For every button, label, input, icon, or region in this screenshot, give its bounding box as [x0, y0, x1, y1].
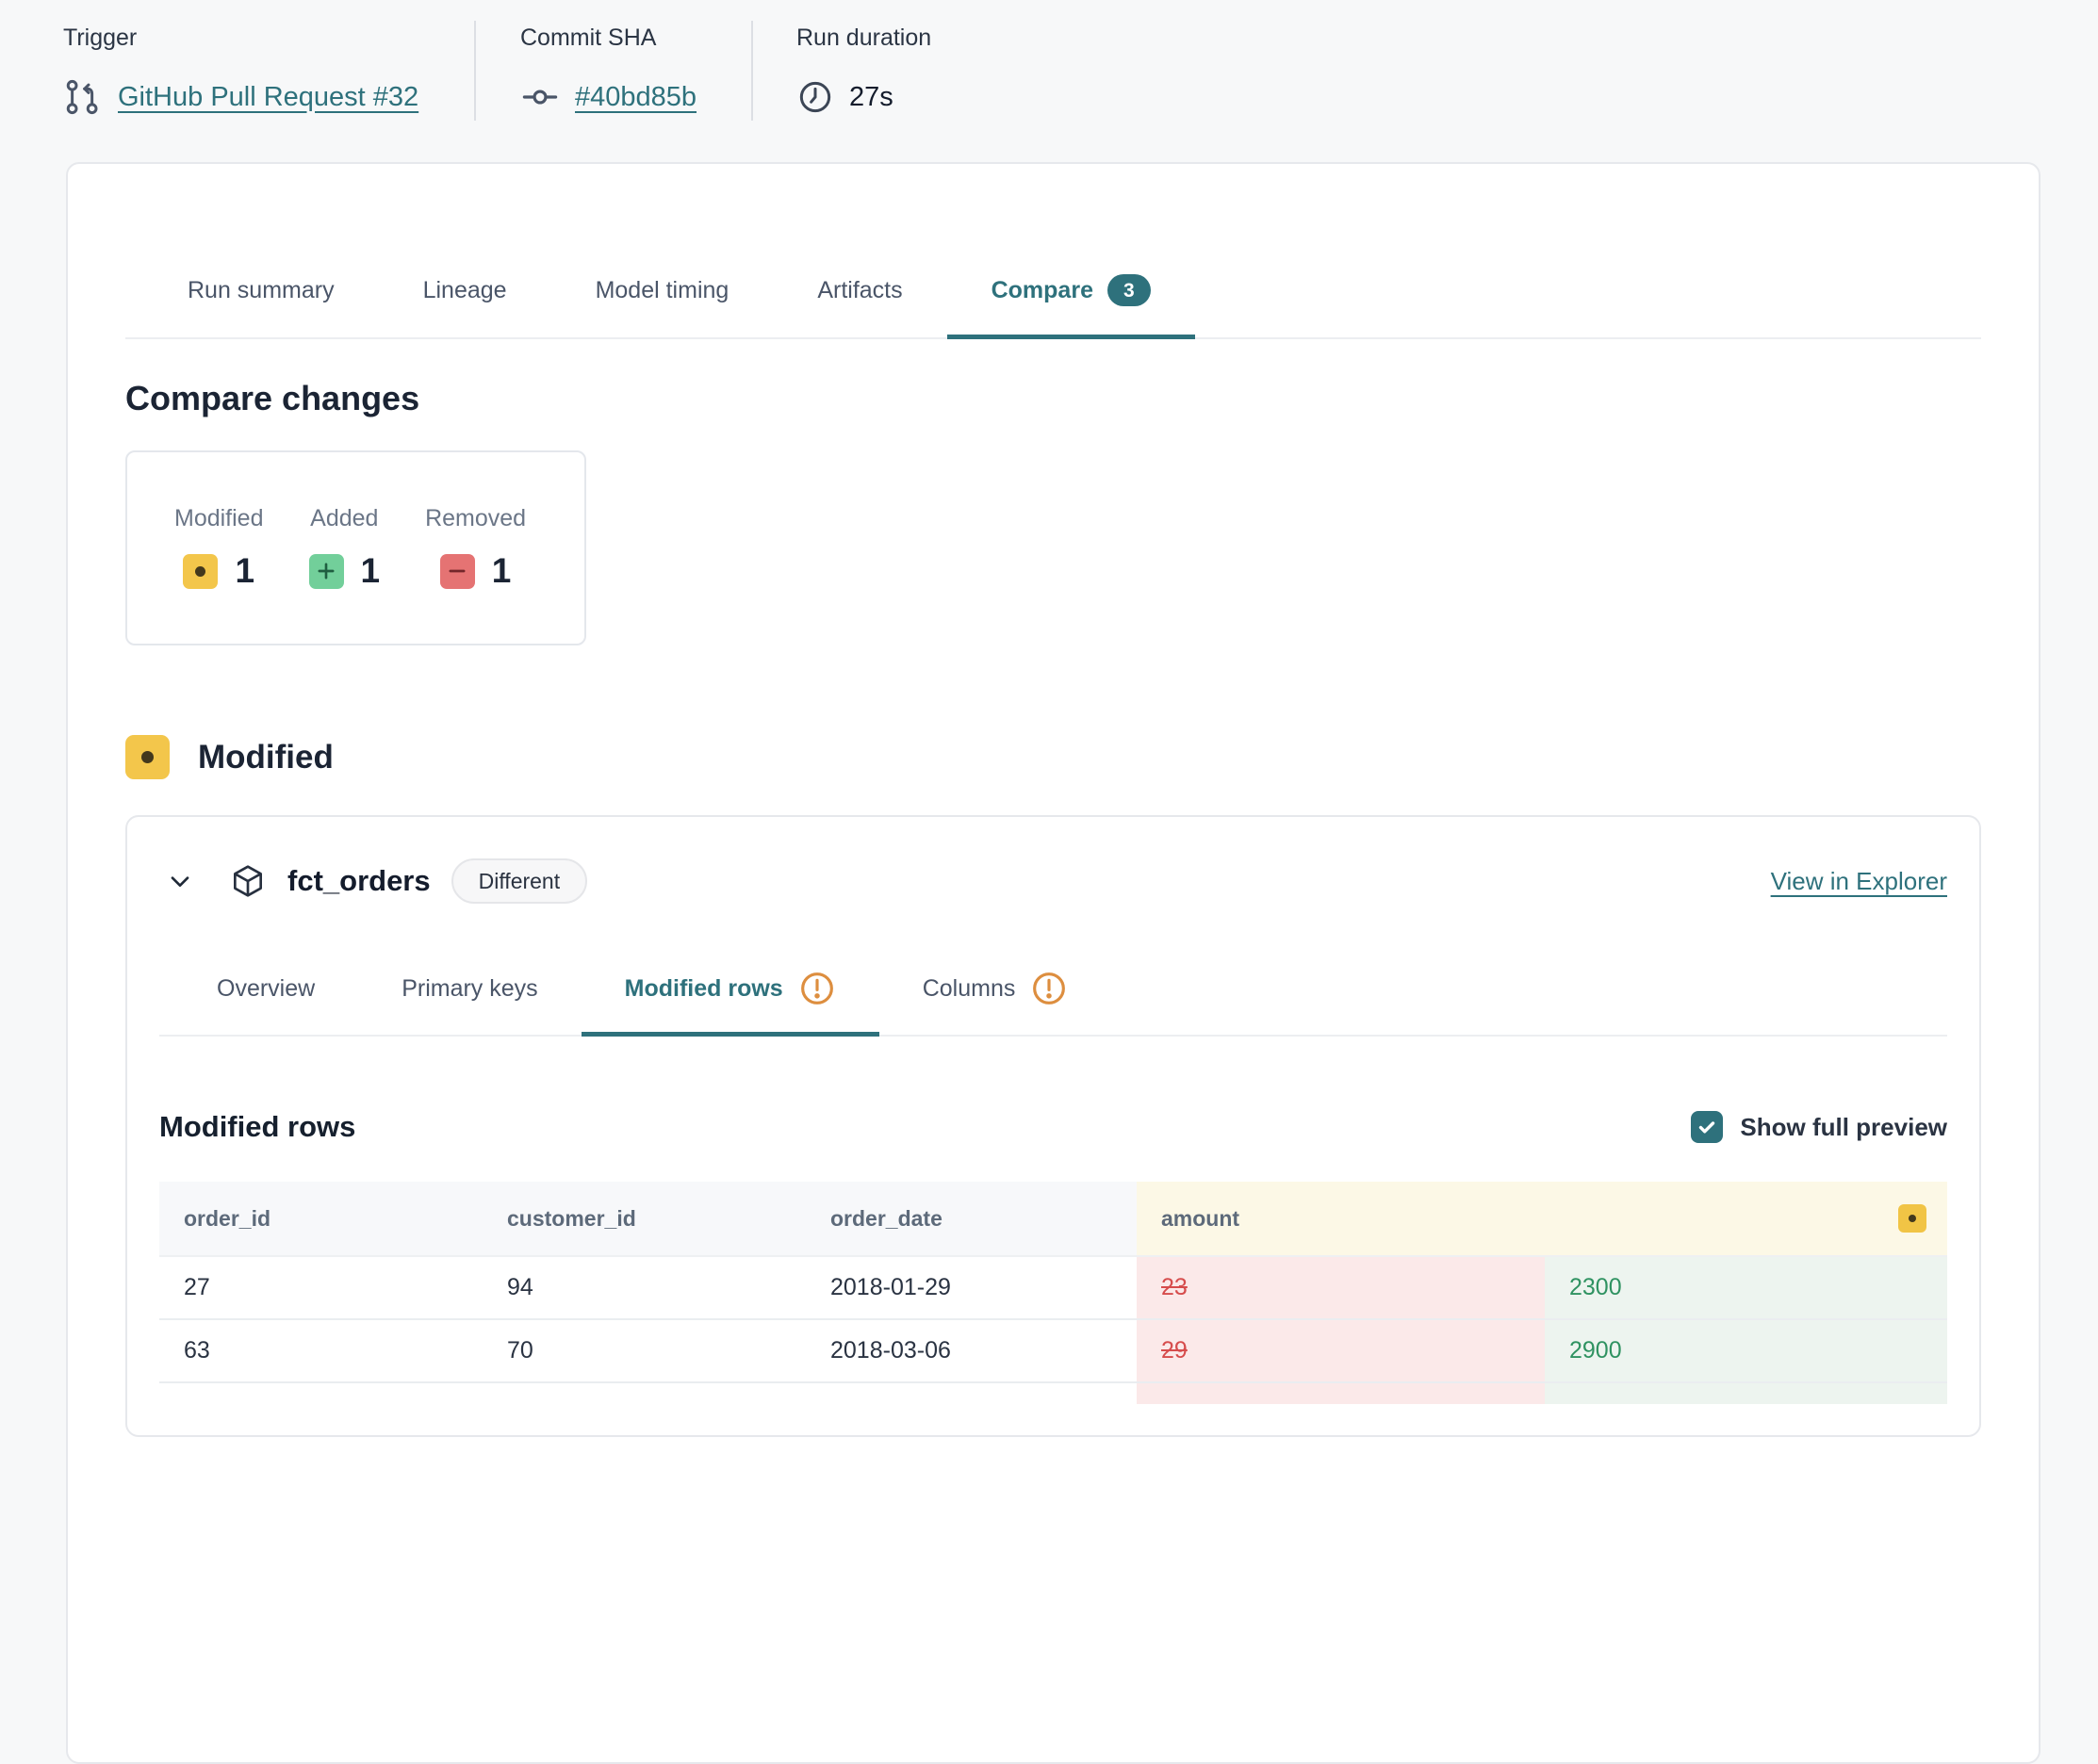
run-duration-label: Run duration	[796, 24, 931, 52]
column-header-order-date: order_date	[806, 1182, 1137, 1257]
cell-order-date: 2018-01-29	[806, 1257, 1137, 1320]
column-header-amount: amount	[1137, 1182, 1947, 1257]
trigger-link[interactable]: GitHub Pull Request #32	[118, 82, 418, 113]
modified-icon	[183, 554, 218, 589]
cell-customer-id: 70	[483, 1320, 806, 1383]
tab-label: Model timing	[596, 277, 729, 304]
checkbox-checked-icon[interactable]	[1691, 1111, 1723, 1143]
model-cube-icon	[229, 862, 267, 900]
cell-amount-new: 2300	[1545, 1257, 1947, 1320]
added-value: 2300	[1569, 1274, 1622, 1301]
stat-value: 1	[235, 551, 254, 591]
tab-label: Artifacts	[817, 277, 902, 304]
removed-icon	[440, 554, 475, 589]
tab-label: Compare	[992, 277, 1093, 304]
change-summary-card: Modified 1 Added 1 Removed 1	[125, 450, 586, 645]
run-detail-card: Run summary Lineage Model timing Artifac…	[66, 162, 2041, 1764]
model-card-header: fct_orders Different View in Explorer	[159, 858, 1947, 904]
tab-lineage[interactable]: Lineage	[379, 240, 551, 339]
modified-column-indicator-icon	[1898, 1204, 1926, 1233]
tab-label: Modified rows	[625, 975, 783, 1003]
modified-icon	[125, 735, 170, 779]
modified-rows-table-overflow	[159, 1383, 1947, 1404]
show-full-preview-toggle[interactable]: Show full preview	[1691, 1111, 1947, 1143]
duration-group: Run duration 27s	[796, 24, 931, 118]
stat-modified: Modified 1	[174, 505, 264, 591]
tab-label: Lineage	[423, 277, 507, 304]
tab-run-summary[interactable]: Run summary	[143, 240, 379, 339]
modified-rows-header: Modified rows Show full preview	[159, 1110, 1947, 1144]
cell-order-id	[159, 1383, 483, 1404]
tab-primary-keys[interactable]: Primary keys	[358, 956, 581, 1037]
tab-label: Primary keys	[402, 975, 537, 1003]
warning-circle-icon	[1030, 970, 1068, 1007]
removed-value: 23	[1161, 1274, 1188, 1301]
added-icon	[309, 554, 344, 589]
model-card-fct-orders: fct_orders Different View in Explorer Ov…	[125, 815, 1981, 1437]
commit-sha-label: Commit SHA	[520, 24, 697, 52]
git-commit-icon	[520, 77, 560, 117]
modified-section-title: Modified	[198, 739, 334, 776]
model-name: fct_orders	[287, 864, 431, 898]
show-full-preview-label[interactable]: Show full preview	[1740, 1113, 1947, 1142]
cell-order-id: 27	[159, 1257, 483, 1320]
cell-customer-id: 94	[483, 1257, 806, 1320]
modified-rows-title: Modified rows	[159, 1110, 355, 1144]
run-duration-value: 27s	[849, 82, 893, 113]
stat-label: Added	[309, 505, 381, 532]
status-badge: Different	[451, 858, 588, 904]
collapse-chevron-down-icon[interactable]	[165, 866, 195, 896]
trigger-group: Trigger GitHub Pull Request #32	[63, 24, 418, 118]
compare-changes-title: Compare changes	[125, 379, 1981, 418]
modified-rows-table: order_id customer_id order_date amount 2…	[159, 1182, 1947, 1383]
modified-section-header: Modified	[125, 735, 1981, 779]
stat-label: Modified	[174, 505, 264, 532]
column-header-label: amount	[1161, 1206, 1239, 1232]
tab-columns[interactable]: Columns	[879, 956, 1112, 1037]
commit-sha-link[interactable]: #40bd85b	[575, 82, 697, 113]
warning-circle-icon	[798, 970, 836, 1007]
commit-group: Commit SHA #40bd85b	[520, 24, 697, 118]
cell-order-id: 63	[159, 1320, 483, 1383]
column-header-customer-id: customer_id	[483, 1182, 806, 1257]
cell-order-date: 2018-03-06	[806, 1320, 1137, 1383]
cell-amount-old: 29	[1137, 1320, 1545, 1383]
stat-label: Removed	[425, 505, 526, 532]
trigger-label: Trigger	[63, 24, 418, 52]
column-header-order-id: order_id	[159, 1182, 483, 1257]
stat-value: 1	[492, 551, 512, 591]
cell-customer-id	[483, 1383, 806, 1404]
header-divider	[474, 21, 476, 121]
cell-order-date	[806, 1383, 1137, 1404]
tab-compare[interactable]: Compare 3	[947, 240, 1195, 339]
header-divider	[751, 21, 753, 121]
added-value: 2900	[1569, 1337, 1622, 1364]
clock-icon	[796, 78, 834, 116]
cell-amount-old	[1137, 1383, 1545, 1404]
removed-value: 29	[1161, 1337, 1188, 1364]
compare-count-badge: 3	[1107, 274, 1151, 306]
cell-amount-old: 23	[1137, 1257, 1545, 1320]
tab-label: Columns	[923, 975, 1016, 1003]
tab-model-timing[interactable]: Model timing	[551, 240, 774, 339]
stat-value: 1	[361, 551, 381, 591]
run-meta-header: Trigger GitHub Pull Request #32 Commit S…	[0, 0, 2098, 162]
stat-added: Added 1	[309, 505, 381, 591]
cell-amount-new	[1545, 1383, 1947, 1404]
tab-overview[interactable]: Overview	[173, 956, 358, 1037]
run-tabs: Run summary Lineage Model timing Artifac…	[125, 240, 1981, 339]
tab-label: Run summary	[188, 277, 335, 304]
cell-amount-new: 2900	[1545, 1320, 1947, 1383]
model-tabs: Overview Primary keys Modified rows Colu…	[159, 956, 1947, 1037]
tab-artifacts[interactable]: Artifacts	[773, 240, 946, 339]
tab-label: Overview	[217, 975, 315, 1003]
git-pull-request-icon	[63, 77, 103, 117]
view-in-explorer-link[interactable]: View in Explorer	[1771, 867, 1947, 896]
stat-removed: Removed 1	[425, 505, 526, 591]
tab-modified-rows[interactable]: Modified rows	[582, 956, 879, 1037]
